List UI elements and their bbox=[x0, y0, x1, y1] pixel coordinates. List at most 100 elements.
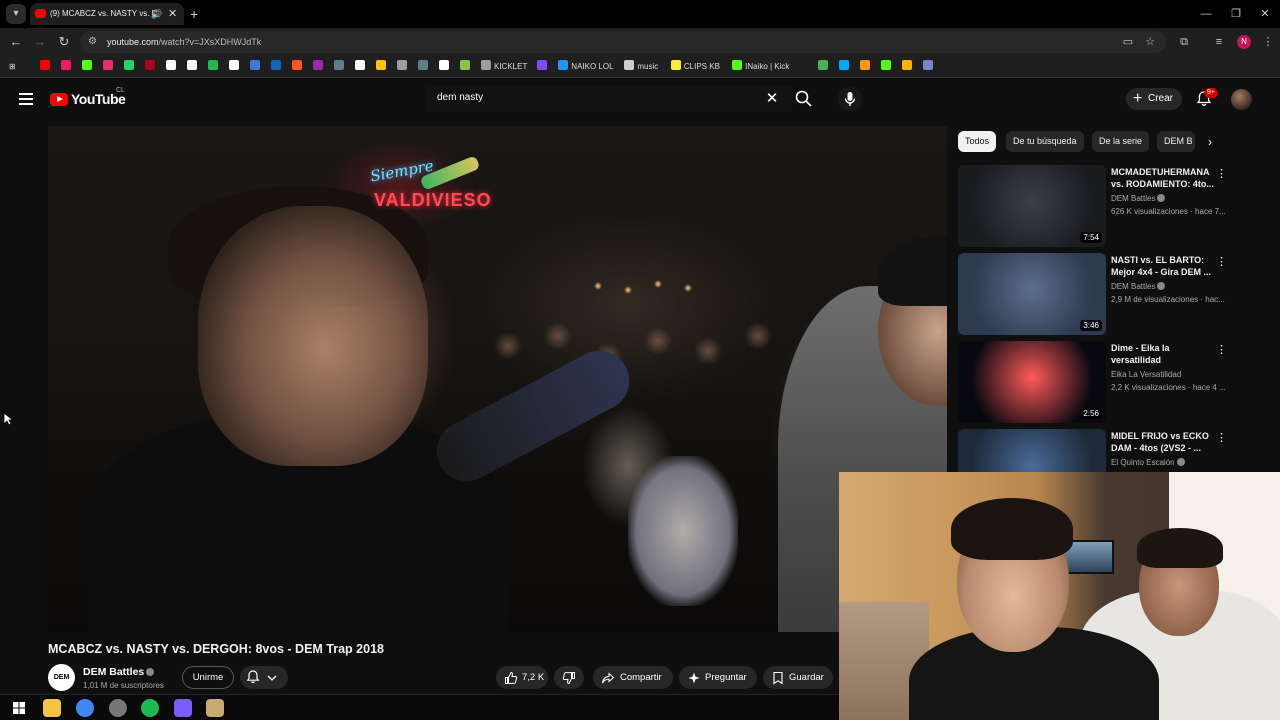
recommended-title[interactable]: MIDEL FRIJO vs ECKO DAM - 4tos (2VS2 - .… bbox=[1111, 430, 1215, 454]
bookmark-item[interactable] bbox=[292, 60, 305, 74]
share-button[interactable]: Compartir bbox=[593, 666, 673, 689]
subscription-bell-button[interactable] bbox=[240, 666, 288, 689]
tab-search-button[interactable]: ▾ bbox=[6, 4, 26, 24]
bookmark-item[interactable] bbox=[103, 60, 116, 74]
speaker-icon[interactable]: 🔊 bbox=[151, 3, 162, 25]
more-options-icon[interactable]: ⋮ bbox=[1216, 255, 1227, 269]
video-thumbnail[interactable]: 7:54 bbox=[958, 165, 1106, 247]
search-icon[interactable] bbox=[794, 89, 814, 109]
video-player[interactable]: Siempre VALDIVIESO bbox=[48, 126, 947, 632]
new-tab-button[interactable]: + bbox=[190, 4, 204, 24]
ask-button[interactable]: Preguntar bbox=[679, 666, 757, 689]
recommended-title[interactable]: NASTI vs. EL BARTO: Mejor 4x4 - Gira DEM… bbox=[1111, 254, 1215, 278]
bookmark-item[interactable] bbox=[460, 60, 473, 74]
bookmark-item[interactable] bbox=[439, 60, 452, 74]
more-options-icon[interactable]: ⋮ bbox=[1216, 167, 1227, 181]
bookmark-item[interactable] bbox=[901, 60, 915, 74]
media-control-icon[interactable]: ≡ bbox=[1210, 32, 1228, 52]
filter-chip[interactable]: De tu búsqueda bbox=[1006, 131, 1084, 152]
video-thumbnail[interactable]: 2:56 bbox=[958, 341, 1106, 423]
recommended-channel[interactable]: Eika La Versatilidad bbox=[1111, 370, 1181, 379]
create-button[interactable]: + Crear bbox=[1126, 88, 1182, 110]
recommended-channel[interactable]: El Quinto Escalón bbox=[1111, 458, 1185, 467]
bookmark-item[interactable] bbox=[250, 60, 263, 74]
account-avatar[interactable] bbox=[1231, 89, 1252, 110]
recommended-channel[interactable]: DEM Battles bbox=[1111, 282, 1166, 291]
recommended-video[interactable]: 2:56 Dime - Eika la versatilidad Eika La V… bbox=[958, 341, 1274, 423]
league-icon[interactable] bbox=[206, 699, 224, 717]
apps-icon[interactable]: ⊞ bbox=[9, 60, 16, 74]
recommended-title[interactable]: Dime - Eika la versatilidad bbox=[1111, 342, 1215, 366]
browser-menu-icon[interactable]: ⋮ bbox=[1259, 32, 1277, 52]
bookmark-item[interactable] bbox=[838, 60, 852, 74]
more-options-icon[interactable]: ⋮ bbox=[1216, 343, 1227, 357]
bookmark-item[interactable] bbox=[880, 60, 894, 74]
recommended-channel[interactable]: DEM Battles bbox=[1111, 194, 1166, 203]
bookmark-item[interactable] bbox=[376, 60, 389, 74]
bookmark-item[interactable] bbox=[922, 60, 936, 74]
bookmark-item[interactable]: KICKLET bbox=[481, 60, 527, 74]
address-bar[interactable]: ⚙ youtube.com/watch?v=JXsXDHWJdTk bbox=[80, 31, 1166, 53]
chips-next-icon[interactable]: › bbox=[1202, 133, 1218, 151]
bookmark-item[interactable] bbox=[859, 60, 873, 74]
clear-search-icon[interactable]: ✕ bbox=[764, 89, 780, 109]
restore-button[interactable]: ❐ bbox=[1224, 4, 1248, 24]
bookmark-item[interactable] bbox=[124, 60, 137, 74]
extensions-icon[interactable]: ⧉ bbox=[1175, 32, 1193, 52]
file-explorer-icon[interactable] bbox=[43, 699, 61, 717]
video-title: MCABCZ vs. NASTY vs. DERGOH: 8vos - DEM … bbox=[48, 642, 384, 656]
bookmark-item[interactable]: NAIKO LOL bbox=[558, 60, 614, 74]
reload-button[interactable]: ↻ bbox=[54, 32, 74, 52]
bookmark-item[interactable] bbox=[355, 60, 368, 74]
minimize-button[interactable]: — bbox=[1194, 4, 1218, 24]
recommended-video[interactable]: 3:46 NASTI vs. EL BARTO: Mejor 4x4 - Gira… bbox=[958, 253, 1274, 335]
bookmark-item[interactable] bbox=[61, 60, 74, 74]
bookmark-item[interactable] bbox=[40, 60, 53, 74]
filter-chip[interactable]: DEM B bbox=[1157, 131, 1195, 152]
windows-start-icon[interactable] bbox=[10, 699, 28, 717]
bookmark-item[interactable] bbox=[208, 60, 221, 74]
bookmark-star-icon[interactable]: ☆ bbox=[1141, 32, 1159, 52]
chrome-icon[interactable] bbox=[76, 699, 94, 717]
bookmark-item[interactable] bbox=[229, 60, 242, 74]
spotify-icon[interactable] bbox=[141, 699, 159, 717]
menu-icon[interactable] bbox=[19, 93, 33, 105]
more-options-icon[interactable]: ⋮ bbox=[1216, 431, 1227, 445]
filter-chip[interactable]: De la serie bbox=[1092, 131, 1150, 152]
bookmark-item[interactable] bbox=[418, 60, 431, 74]
cast-icon[interactable]: ▭ bbox=[1119, 32, 1137, 52]
bookmark-item[interactable] bbox=[334, 60, 347, 74]
join-button[interactable]: Unirme bbox=[182, 666, 234, 689]
site-info-icon[interactable]: ⚙ bbox=[88, 35, 102, 49]
bookmark-item[interactable] bbox=[187, 60, 200, 74]
bookmark-item[interactable]: INaiko | Kick bbox=[732, 60, 789, 74]
recommended-title[interactable]: MCMADETUHERMANA vs. RODAMIENTO: 4to... bbox=[1111, 166, 1215, 190]
filter-chip[interactable]: Todos bbox=[958, 131, 997, 152]
video-thumbnail[interactable]: 3:46 bbox=[958, 253, 1106, 335]
like-button[interactable]: 7,2 K bbox=[496, 666, 548, 689]
dislike-button[interactable] bbox=[554, 666, 584, 689]
bookmark-item[interactable] bbox=[397, 60, 410, 74]
active-tab[interactable]: (9) MCABCZ vs. NASTY vs. D 🔊 ✕ bbox=[30, 3, 184, 25]
window-close-button[interactable]: ✕ bbox=[1253, 4, 1277, 24]
voice-search-icon[interactable] bbox=[838, 87, 862, 111]
tab-close-icon[interactable]: ✕ bbox=[168, 3, 177, 25]
save-button[interactable]: Guardar bbox=[763, 666, 833, 689]
profile-avatar[interactable]: N bbox=[1237, 35, 1251, 49]
bookmark-item[interactable] bbox=[271, 60, 284, 74]
bookmark-item[interactable] bbox=[817, 60, 831, 74]
bookmark-item[interactable] bbox=[166, 60, 179, 74]
recommended-video[interactable]: 7:54 MCMADETUHERMANA vs. RODAMIENTO: 4to.… bbox=[958, 165, 1274, 247]
back-button[interactable]: ← bbox=[6, 32, 26, 52]
bookmark-item[interactable] bbox=[145, 60, 158, 74]
discord-icon[interactable] bbox=[174, 699, 192, 717]
obs-icon[interactable] bbox=[109, 699, 127, 717]
bookmark-item[interactable]: music bbox=[624, 60, 658, 74]
bookmark-item[interactable] bbox=[82, 60, 95, 74]
bookmark-item[interactable] bbox=[537, 60, 550, 74]
bookmark-item[interactable] bbox=[313, 60, 326, 74]
forward-button[interactable]: → bbox=[30, 32, 50, 52]
channel-name[interactable]: DEM Battles bbox=[83, 666, 155, 678]
bookmark-item[interactable]: CLIPS KB bbox=[670, 60, 720, 74]
channel-avatar[interactable]: DEM bbox=[48, 664, 75, 691]
